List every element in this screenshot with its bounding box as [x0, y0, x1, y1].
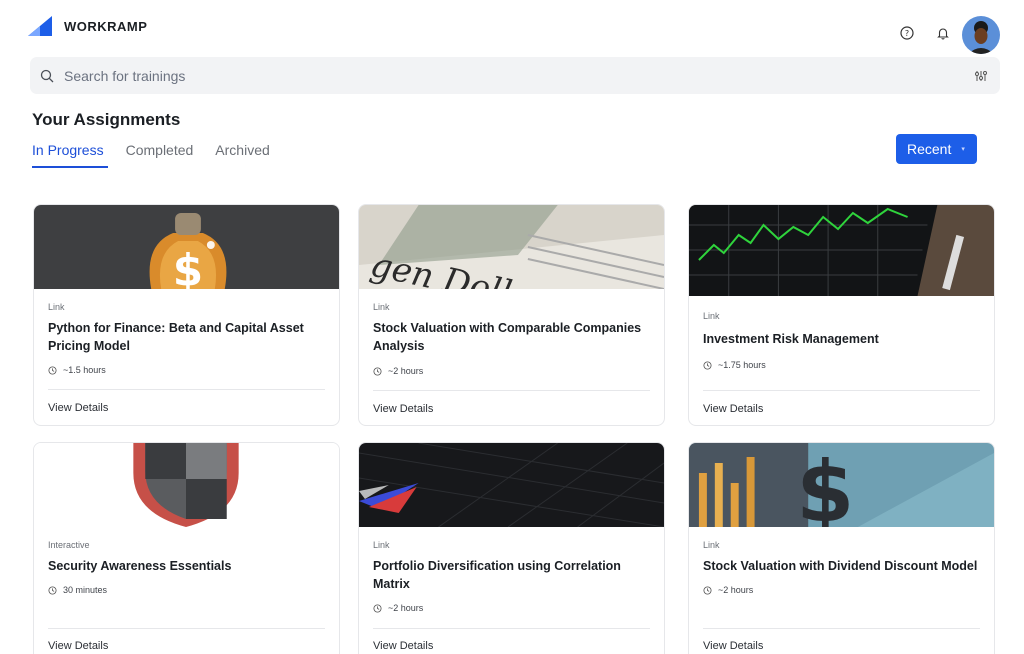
search-bar: [30, 57, 1000, 94]
card-thumbnail-stock-chart-tablet: [689, 205, 994, 296]
chevron-down-icon: ▾: [961, 146, 965, 153]
view-details-link[interactable]: View Details: [373, 640, 433, 652]
duration-label: ~1.5 hours: [63, 365, 106, 375]
divider: [373, 390, 650, 391]
view-details-link[interactable]: View Details: [48, 640, 108, 652]
bell-icon[interactable]: [934, 24, 952, 42]
divider: [48, 389, 325, 390]
clock-icon: [48, 365, 57, 375]
tab-completed[interactable]: Completed: [126, 140, 194, 168]
clock-icon: [373, 366, 382, 376]
card-duration: 30 minutes: [48, 585, 107, 595]
view-details-link[interactable]: View Details: [703, 640, 763, 652]
training-card[interactable]: Interactive Security Awareness Essential…: [33, 442, 340, 654]
workramp-logo-icon: [28, 16, 52, 36]
divider: [48, 628, 325, 629]
view-details-link[interactable]: View Details: [48, 402, 108, 414]
clock-icon: [48, 585, 57, 595]
duration-label: 30 minutes: [63, 585, 108, 595]
logo[interactable]: WORKRAMP: [28, 16, 147, 36]
help-icon[interactable]: ?: [898, 24, 916, 42]
assignment-tabs: In Progress Completed Archived: [32, 140, 292, 168]
svg-text:$: $: [796, 443, 854, 527]
divider: [703, 390, 980, 391]
svg-text:$: $: [173, 245, 203, 289]
avatar[interactable]: [962, 16, 1000, 54]
card-title: Stock Valuation with Dividend Discount M…: [703, 559, 978, 573]
training-card[interactable]: gen Dollar Link Stock Valuation with Com…: [358, 204, 665, 426]
duration-label: ~1.75 hours: [718, 360, 766, 370]
card-type: Link: [48, 302, 65, 312]
card-type: Interactive: [48, 540, 90, 550]
svg-text:?: ?: [905, 29, 909, 38]
search-input[interactable]: [64, 67, 974, 84]
card-type: Link: [373, 302, 390, 312]
divider: [703, 628, 980, 629]
duration-label: ~2 hours: [388, 366, 424, 376]
page-title: Your Assignments: [32, 110, 181, 129]
card-title: Stock Valuation with Comparable Companie…: [373, 321, 642, 353]
card-title: Security Awareness Essentials: [48, 559, 232, 573]
card-duration: ~2 hours: [373, 603, 423, 613]
view-details-link[interactable]: View Details: [373, 403, 433, 415]
clock-icon: [373, 603, 382, 613]
card-type: Link: [703, 311, 720, 321]
card-type: Link: [703, 540, 720, 550]
card-thumbnail-dollar-newspaper: gen Dollar: [359, 205, 664, 289]
tab-archived[interactable]: Archived: [215, 140, 269, 168]
card-title: Investment Risk Management: [703, 332, 879, 346]
clock-icon: [703, 360, 712, 370]
top-header: WORKRAMP ?: [0, 0, 1024, 56]
card-thumbnail-dark-grid-chart: [359, 443, 664, 527]
view-details-link[interactable]: View Details: [703, 403, 763, 415]
card-thumbnail-shield: [34, 443, 339, 527]
tab-in-progress[interactable]: In Progress: [32, 140, 108, 168]
card-thumbnail-money-bag: $: [34, 205, 339, 289]
brand-name: WORKRAMP: [64, 18, 148, 34]
training-card[interactable]: $ Link Python for Finance: Beta and Capi…: [33, 204, 340, 426]
card-duration: ~2 hours: [373, 366, 423, 376]
clock-icon: [703, 585, 712, 595]
duration-label: ~2 hours: [718, 585, 754, 595]
divider: [373, 628, 650, 629]
card-duration: ~1.75 hours: [703, 360, 766, 370]
sort-label: Recent: [907, 141, 952, 157]
training-card[interactable]: Link Investment Risk Management ~1.75 ho…: [688, 204, 995, 426]
card-title: Portfolio Diversification using Correlat…: [373, 559, 621, 591]
sort-dropdown-button[interactable]: Recent ▾: [896, 134, 977, 164]
card-duration: ~1.5 hours: [48, 365, 106, 375]
duration-label: ~2 hours: [388, 603, 424, 613]
search-icon: [40, 68, 56, 84]
card-duration: ~2 hours: [703, 585, 753, 595]
training-card[interactable]: $ Link Stock Valuation with Dividend Dis…: [688, 442, 995, 654]
training-card[interactable]: Link Portfolio Diversification using Cor…: [358, 442, 665, 654]
card-thumbnail-dollar-sign-chart: $: [689, 443, 994, 527]
card-type: Link: [373, 540, 390, 550]
filter-icon[interactable]: [974, 68, 990, 84]
card-title: Python for Finance: Beta and Capital Ass…: [48, 321, 304, 353]
